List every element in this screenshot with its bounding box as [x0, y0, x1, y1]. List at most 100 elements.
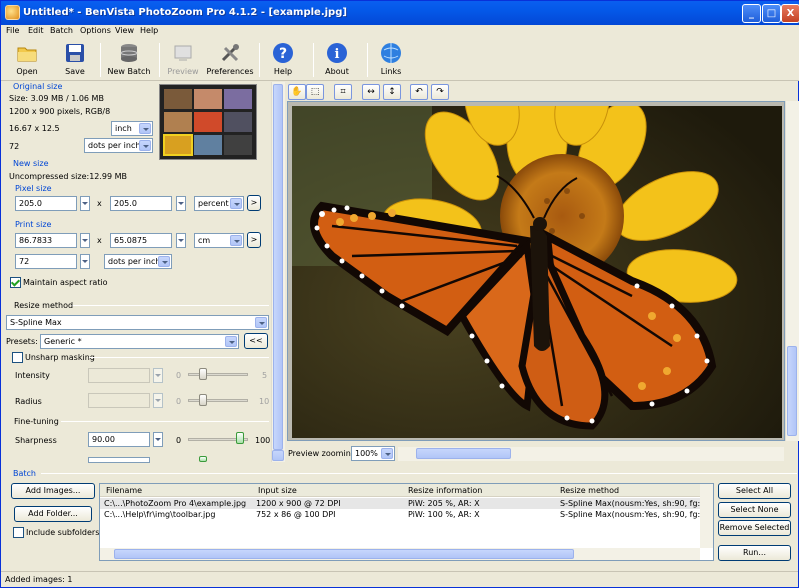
print-height-stepper[interactable]: [176, 233, 186, 248]
include-subfolders-checkbox[interactable]: [13, 527, 24, 538]
help-button[interactable]: ? Help: [269, 42, 297, 76]
pixel-height-stepper[interactable]: [176, 196, 186, 211]
pixel-unit-select[interactable]: percent: [194, 196, 244, 211]
preview-vscroll-thumb[interactable]: [787, 346, 797, 436]
preview-zoom-select[interactable]: 100%: [351, 446, 395, 461]
run-button[interactable]: Run...: [718, 545, 791, 561]
chevron-down-icon: [230, 235, 242, 246]
intensity-label: Intensity: [15, 371, 50, 380]
close-button[interactable]: X: [781, 4, 799, 23]
menu-batch[interactable]: Batch: [50, 26, 73, 35]
next-slider-thumb[interactable]: [199, 456, 207, 462]
table-row[interactable]: C:\...\Help\fr\img\toolbar.jpg 752 x 86 …: [100, 509, 713, 520]
open-button[interactable]: Open: [13, 42, 41, 76]
links-button[interactable]: Links: [377, 42, 405, 76]
preferences-button[interactable]: Preferences: [206, 42, 254, 76]
presets-menu-button[interactable]: <<: [244, 333, 268, 349]
select-none-button[interactable]: Select None: [718, 502, 791, 518]
resolution-stepper[interactable]: [80, 254, 90, 269]
unsharp-masking-label: Unsharp masking: [25, 353, 95, 362]
resolution-input[interactable]: 72: [15, 254, 77, 269]
sharpness-input[interactable]: 90.00: [88, 432, 150, 447]
pixel-apply-button[interactable]: >: [247, 195, 261, 211]
pixel-height-input[interactable]: 205.0: [110, 196, 172, 211]
maximize-button[interactable]: □: [762, 4, 781, 23]
batch-list[interactable]: Filename Input size Resize information R…: [99, 483, 714, 561]
chevron-down-icon: [139, 140, 151, 151]
original-dpi-unit-select[interactable]: dots per inch: [84, 138, 153, 153]
next-input[interactable]: [88, 457, 150, 463]
sharpness-slider-thumb[interactable]: [236, 432, 244, 444]
print-dims-text: 16.67 x 12.5: [9, 124, 60, 133]
intensity-slider[interactable]: [188, 373, 248, 376]
preview-button[interactable]: Preview: [166, 42, 200, 76]
fit-height-icon[interactable]: ↕: [383, 84, 401, 100]
column-resize-method[interactable]: Resize method: [560, 486, 619, 495]
crop-icon[interactable]: ⌗: [334, 84, 352, 100]
radius-slider-thumb[interactable]: [199, 394, 207, 406]
radius-slider[interactable]: [188, 399, 248, 402]
preview-area[interactable]: [287, 101, 785, 441]
selection-tool-icon[interactable]: ⬚: [306, 84, 324, 100]
rotate-left-icon[interactable]: ↶: [410, 84, 428, 100]
maintain-aspect-label: Maintain aspect ratio: [23, 278, 108, 287]
column-input-size[interactable]: Input size: [258, 486, 297, 495]
add-images-button[interactable]: Add Images...: [11, 483, 95, 499]
chevron-down-icon: [158, 256, 170, 267]
minimize-button[interactable]: _: [742, 4, 761, 23]
column-resize-information[interactable]: Resize information: [408, 486, 482, 495]
rotate-right-icon[interactable]: ↷: [431, 84, 449, 100]
resolution-unit-select[interactable]: dots per inch: [104, 254, 172, 269]
toolbar-separator: [313, 43, 314, 77]
table-row[interactable]: C:\...\PhotoZoom Pro 4\example.jpg 1200 …: [100, 498, 713, 509]
save-button[interactable]: Save: [61, 42, 89, 76]
settings-scrollbar-thumb[interactable]: [273, 84, 283, 450]
intensity-slider-thumb[interactable]: [199, 368, 207, 380]
print-width-stepper[interactable]: [80, 233, 90, 248]
preview-hscroll-thumb[interactable]: [416, 448, 511, 459]
about-button[interactable]: i About: [323, 42, 351, 76]
intensity-input[interactable]: [88, 368, 150, 383]
resize-method-select[interactable]: S-Spline Max: [6, 315, 269, 330]
scroll-down-button[interactable]: [272, 450, 284, 461]
remove-selected-button[interactable]: Remove Selected: [718, 520, 791, 536]
menu-view[interactable]: View: [115, 26, 134, 35]
status-bar: Added images: 1: [1, 571, 798, 587]
batch-vscrollbar[interactable]: [700, 484, 713, 548]
radius-input[interactable]: [88, 393, 150, 408]
new-batch-button[interactable]: New Batch: [107, 42, 151, 76]
original-unit-select[interactable]: inch: [111, 121, 153, 136]
print-width-input[interactable]: 86.7833: [15, 233, 77, 248]
presets-select[interactable]: Generic *: [40, 334, 239, 349]
intensity-stepper[interactable]: [153, 368, 163, 383]
preview-zoom-value: 100%: [355, 449, 378, 458]
menu-help[interactable]: Help: [140, 26, 158, 35]
print-height-input[interactable]: 65.0875: [110, 233, 172, 248]
print-unit-value: cm: [198, 236, 211, 245]
print-apply-button[interactable]: >: [247, 232, 261, 248]
print-unit-select[interactable]: cm: [194, 233, 244, 248]
preview-image: [292, 106, 782, 438]
sharpness-stepper[interactable]: [153, 432, 163, 447]
menu-file[interactable]: File: [6, 26, 19, 35]
unsharp-masking-checkbox[interactable]: [12, 352, 23, 363]
toolbar: Open Save New Batch Preview Preferences …: [1, 39, 799, 81]
thumbnail-filmstrip[interactable]: [159, 84, 257, 160]
floppy-icon: [64, 42, 86, 64]
uncompressed-size-text: Uncompressed size:12.99 MB: [9, 172, 128, 181]
hand-tool-icon[interactable]: ✋: [288, 84, 306, 100]
original-size-group: Original size: [13, 82, 63, 91]
pixel-width-input[interactable]: 205.0: [15, 196, 77, 211]
radius-stepper[interactable]: [153, 393, 163, 408]
maintain-aspect-checkbox[interactable]: [10, 277, 21, 288]
column-filename[interactable]: Filename: [106, 486, 142, 495]
fit-width-icon[interactable]: ↔: [362, 84, 380, 100]
pixel-width-stepper[interactable]: [80, 196, 90, 211]
menu-edit[interactable]: Edit: [28, 26, 44, 35]
add-folder-button[interactable]: Add Folder...: [14, 506, 92, 522]
menu-options[interactable]: Options: [80, 26, 111, 35]
select-all-button[interactable]: Select All: [718, 483, 791, 499]
batch-hscroll-thumb[interactable]: [114, 549, 574, 559]
info-icon: i: [326, 42, 348, 64]
new-size-group: New size: [13, 159, 49, 168]
